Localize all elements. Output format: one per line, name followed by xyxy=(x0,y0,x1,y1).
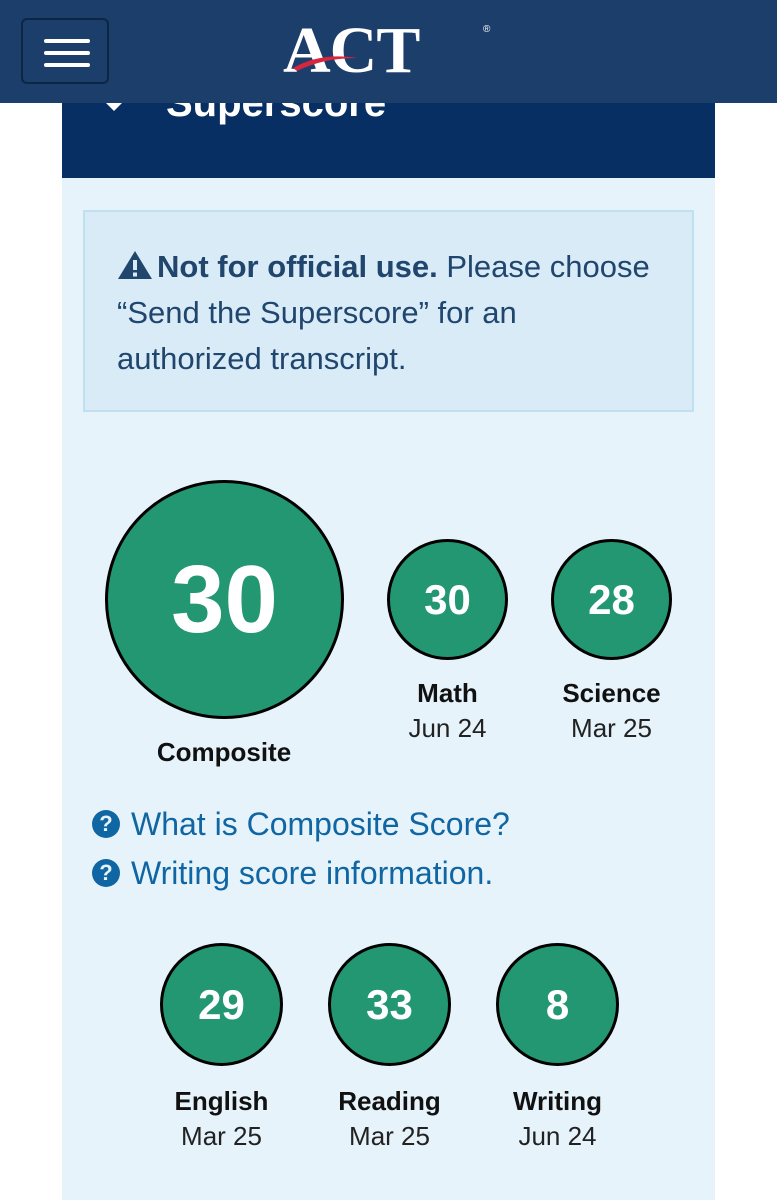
hamburger-line xyxy=(44,63,90,67)
science-score-circle: 28 xyxy=(551,539,672,660)
science-score-value: 28 xyxy=(588,575,635,623)
not-official-alert: Not for official use. Please choose “Sen… xyxy=(83,210,694,412)
hamburger-line xyxy=(44,51,90,55)
math-label: Math xyxy=(417,678,478,708)
writing-label: Writing xyxy=(512,1086,603,1116)
math-score-value: 30 xyxy=(424,575,471,623)
english-score-value: 29 xyxy=(198,980,245,1028)
reading-score-value: 33 xyxy=(366,980,413,1028)
math-score-circle: 30 xyxy=(387,539,508,660)
composite-score-value: 30 xyxy=(171,545,278,653)
reading-score-circle: 33 xyxy=(328,943,451,1066)
english-date: Mar 25 xyxy=(181,1121,262,1151)
question-circle-icon: ? xyxy=(92,810,120,838)
act-logo[interactable]: ACT ® xyxy=(283,18,495,84)
question-circle-icon: ? xyxy=(92,859,120,887)
hamburger-menu-button[interactable] xyxy=(21,18,109,84)
science-date: Mar 25 xyxy=(571,713,652,743)
composite-info-text: What is Composite Score? xyxy=(131,805,510,842)
top-nav-bar: ACT ® xyxy=(0,0,777,103)
english-label: English xyxy=(174,1086,269,1116)
composite-label: Composite xyxy=(156,737,292,767)
panel-title: Superscore xyxy=(166,103,387,125)
hamburger-line xyxy=(44,39,90,43)
writing-score-circle: 8 xyxy=(496,943,619,1066)
math-date: Jun 24 xyxy=(408,713,487,743)
composite-score-info-link[interactable]: ? What is Composite Score? xyxy=(92,804,510,844)
english-score-circle: 29 xyxy=(160,943,283,1066)
writing-date: Jun 24 xyxy=(518,1121,597,1151)
alert-bold-text: Not for official use. xyxy=(157,249,438,284)
warning-icon xyxy=(118,251,152,279)
caret-down-icon xyxy=(104,103,124,111)
registered-mark: ® xyxy=(483,24,491,35)
writing-score-value: 8 xyxy=(545,980,570,1028)
superscore-header[interactable]: Superscore xyxy=(62,103,715,178)
science-label: Science xyxy=(562,678,661,708)
writing-score-info-link[interactable]: ? Writing score information. xyxy=(92,853,493,893)
reading-label: Reading xyxy=(338,1086,441,1116)
composite-score-circle: 30 xyxy=(105,480,344,719)
logo-text: ACT xyxy=(283,14,420,87)
logo-swoosh-icon xyxy=(293,56,357,71)
writing-info-text: Writing score information. xyxy=(131,854,494,891)
reading-date: Mar 25 xyxy=(349,1121,430,1151)
